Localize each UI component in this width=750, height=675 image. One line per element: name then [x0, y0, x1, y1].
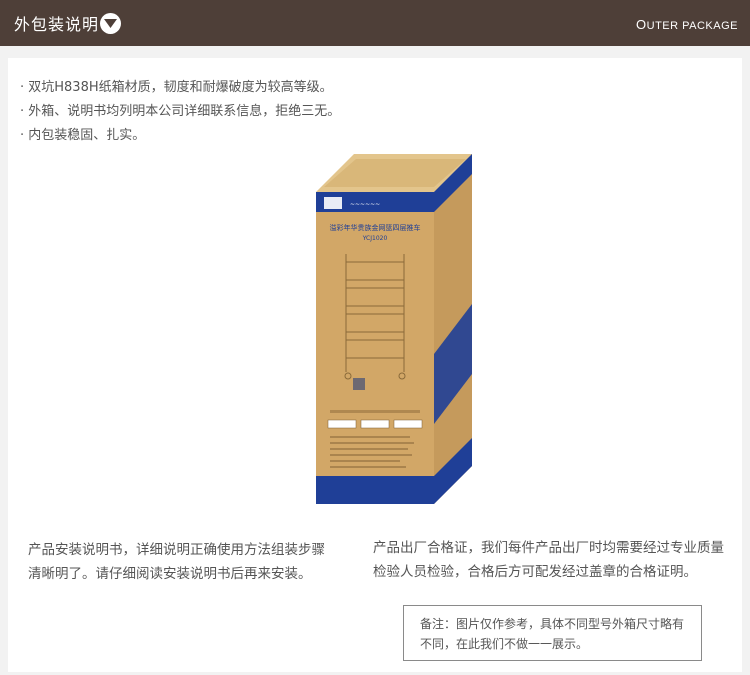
remark-note: 备注：图片仅作参考，具体不同型号外箱尺寸略有不同，在此我们不做一一展示。 — [403, 605, 702, 661]
svg-text:~~~~~~: ~~~~~~ — [350, 201, 380, 208]
package-box-image: ~~~~~~ 溢彩年华贵族金网篮四层推车 YCJ1020 — [316, 154, 472, 504]
certificate-description: 产品出厂合格证，我们每件产品出厂时均需要经过专业质量检验人员检验，合格后方可配发… — [373, 540, 724, 580]
chevron-down-icon[interactable] — [100, 13, 121, 34]
section-title: 外包装说明 — [14, 15, 100, 34]
section-subtitle-en: OUTER PACKAGE — [636, 17, 738, 32]
list-item: · 外箱、说明书均列明本公司详细联系信息，拒绝三无。 — [20, 104, 341, 119]
list-item: · 内包装稳固、扎实。 — [20, 128, 146, 143]
svg-text:YCJ1020: YCJ1020 — [362, 235, 388, 242]
feature-list: · 双坑H838H纸箱材质，韧度和耐爆破度为较高等级。 · 外箱、说明书均列明本… — [20, 76, 340, 148]
list-item: · 双坑H838H纸箱材质，韧度和耐爆破度为较高等级。 — [20, 80, 333, 95]
section-header: 外包装说明 OUTER PACKAGE — [0, 0, 750, 46]
manual-description: 产品安装说明书，详细说明正确使用方法组装步骤清晰明了。请仔细阅读安装说明书后再来… — [28, 542, 325, 582]
svg-text:溢彩年华贵族金网篮四层推车: 溢彩年华贵族金网篮四层推车 — [330, 223, 421, 232]
